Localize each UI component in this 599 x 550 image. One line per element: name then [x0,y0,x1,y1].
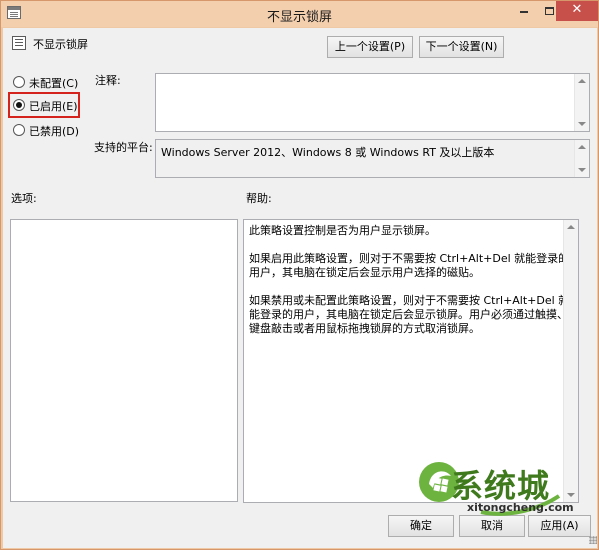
resize-grip[interactable] [589,536,597,544]
help-paragraph: 此策略设置控制是否为用户显示锁屏。 [249,224,436,237]
platform-scrollbar[interactable] [574,140,589,177]
scroll-up-icon[interactable] [578,79,586,83]
dialog-window: 不显示锁屏 ✕ 不显示锁屏 上一个设置(P) 下一个设置(N) 未配置(C) 已… [0,0,599,550]
watermark-url: xitongcheng.com [467,501,574,514]
radio-not-configured-label: 未配置(C) [29,77,79,90]
setting-name: 不显示锁屏 [33,38,88,51]
scroll-up-icon[interactable] [567,225,575,229]
minimize-button[interactable] [512,1,536,21]
options-panel [10,219,238,502]
scroll-up-icon[interactable] [578,145,586,149]
platform-label: 支持的平台: [94,141,153,154]
help-paragraph: 如果启用此策略设置，则对于不需要按 Ctrl+Alt+Del 就能登录的用户，其… [249,252,570,279]
platform-value: Windows Server 2012、Windows 8 或 Windows … [161,146,495,159]
enabled-highlight-box [8,92,80,118]
help-label: 帮助: [246,192,272,205]
comment-scrollbar[interactable] [574,74,589,131]
help-scrollbar[interactable] [563,220,578,502]
platform-field: Windows Server 2012、Windows 8 或 Windows … [155,139,590,178]
minimize-icon [520,11,528,13]
close-button[interactable]: ✕ [556,1,598,21]
comment-label: 注释: [95,74,121,87]
comment-input[interactable] [155,73,590,132]
window-title: 不显示锁屏 [266,10,332,25]
scroll-down-icon[interactable] [578,122,586,126]
scroll-down-icon[interactable] [567,493,575,497]
scroll-down-icon[interactable] [578,168,586,172]
title-bar[interactable]: 不显示锁屏 ✕ [1,1,598,27]
setting-icon [12,36,26,50]
help-paragraph: 如果禁用或未配置此策略设置，则对于不需要按 Ctrl+Alt+Del 就能登录的… [249,294,570,335]
maximize-icon [544,7,554,15]
previous-setting-button[interactable]: 上一个设置(P) [327,36,413,58]
radio-not-configured-circle[interactable] [13,76,25,88]
radio-disabled-circle[interactable] [13,124,25,136]
options-label: 选项: [11,192,37,205]
next-setting-button[interactable]: 下一个设置(N) [419,36,504,58]
radio-disabled-label: 已禁用(D) [29,125,80,138]
